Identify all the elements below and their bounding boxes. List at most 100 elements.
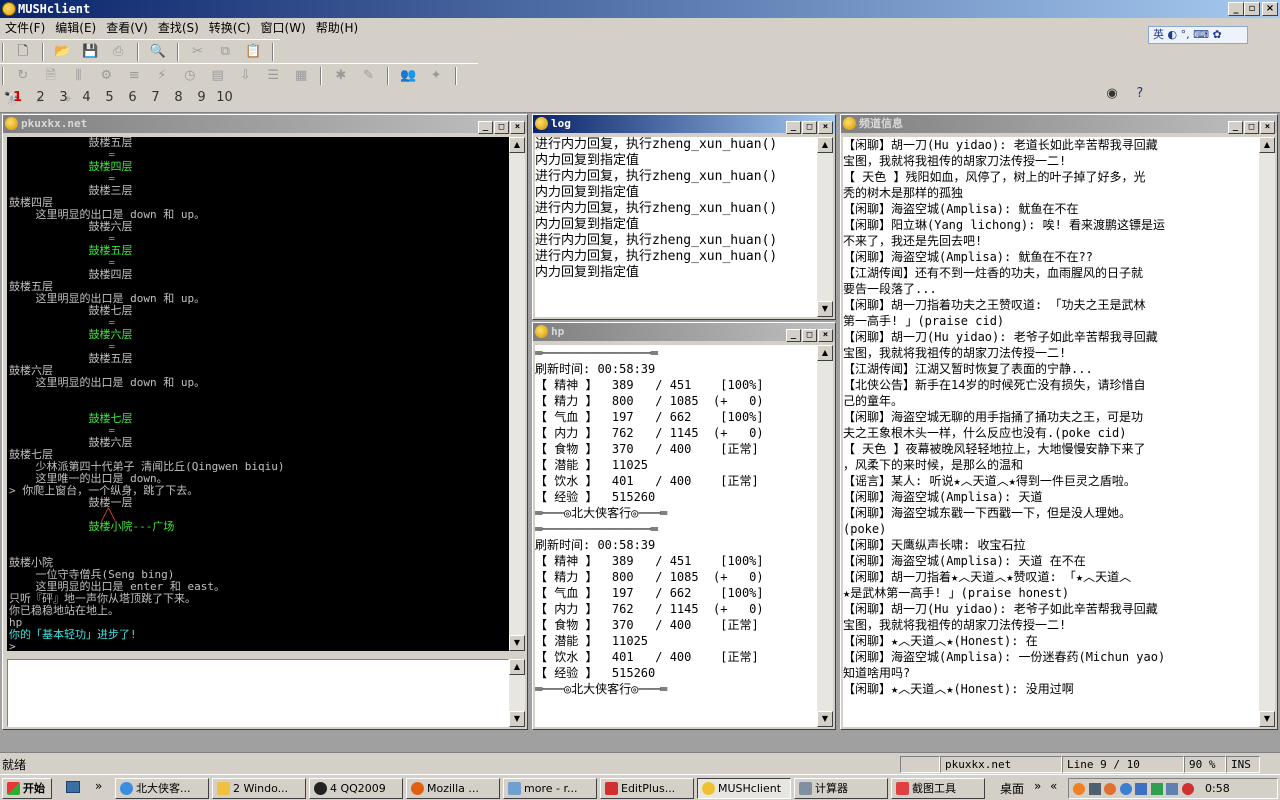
hp-pane-title-bar[interactable]: hp _ □ ×	[533, 323, 835, 342]
cut-icon[interactable]: ✂	[186, 41, 208, 63]
tray-mail-icon[interactable]	[1135, 783, 1147, 795]
grid-icon[interactable]: ▦	[290, 65, 312, 87]
menu-file[interactable]: 文件(F)	[0, 18, 50, 38]
tray-ie-icon[interactable]	[1119, 783, 1132, 795]
world-output[interactable]: 鼓楼五层 = 鼓楼四层 = 鼓楼三层 鼓楼四层 这里明显的出口是 down 和 u…	[7, 137, 509, 651]
world-output-scrollbar[interactable]: ▲ ▼	[509, 137, 525, 651]
print-icon[interactable]: ⎙	[107, 41, 129, 63]
paste-icon[interactable]: 📋	[242, 41, 264, 63]
macro-icon[interactable]: ⫼	[67, 65, 89, 87]
task-qq[interactable]: 4 QQ2009	[309, 778, 403, 799]
variables-icon[interactable]: ⇩	[234, 65, 256, 87]
ime-toolbar[interactable]: 英 ◐ °, ⌨ ✿	[1148, 26, 1248, 44]
menu-help[interactable]: 帮助(H)	[311, 18, 363, 38]
menu-view[interactable]: 查看(V)	[101, 18, 153, 38]
scroll-up-arrow-icon[interactable]: ▲	[509, 137, 525, 153]
world-tab-7[interactable]: 7	[144, 87, 167, 109]
task-calculator[interactable]: 计算器	[794, 778, 888, 799]
log-scroll-up-icon[interactable]: ▲	[817, 137, 833, 153]
log-pane-close-button[interactable]: ×	[818, 121, 833, 134]
preview-icon[interactable]: 🔍	[147, 41, 169, 63]
log-scrollbar[interactable]: ▲ ▼	[817, 137, 833, 317]
task-chrome[interactable]: 北大侠客...	[115, 778, 209, 799]
tray-network-icon[interactable]	[1088, 783, 1101, 795]
about-icon[interactable]: ?	[1129, 83, 1151, 105]
log-pane-title-bar[interactable]: log _ □ ×	[533, 115, 835, 134]
menu-convert[interactable]: 转换(C)	[204, 18, 256, 38]
hp-scroll-up-icon[interactable]: ▲	[817, 345, 833, 361]
triggers-icon[interactable]: ⚡	[151, 65, 173, 87]
log-text[interactable]: 进行内力回复，执行zheng_xun_huan() 内力回复到指定值 进行内力回复，…	[535, 137, 817, 317]
world-pane-close-button[interactable]: ×	[510, 121, 525, 134]
menu-find[interactable]: 查找(S)	[153, 18, 204, 38]
keypad-icon[interactable]: ▤	[207, 65, 229, 87]
show-desktop-icon[interactable]	[66, 781, 80, 793]
world-pane-title-bar[interactable]: pkuxkx.net _ □ ×	[3, 115, 527, 134]
activity-icon[interactable]: ✦	[425, 65, 447, 87]
log-icon[interactable]: 🗎	[40, 65, 62, 87]
task-snipping[interactable]: 截图工具	[891, 778, 985, 799]
hp-pane-maximize-button[interactable]: □	[802, 329, 817, 342]
scripts-icon[interactable]: ✎	[358, 65, 380, 87]
channel-pane-title-bar[interactable]: 频道信息 _ □ ×	[841, 115, 1277, 134]
world-tab-4[interactable]: 4	[75, 87, 98, 109]
channel-scrollbar[interactable]: ▲ ▼	[1259, 137, 1275, 727]
copy-icon[interactable]: ⧉	[214, 41, 236, 63]
open-folder-icon[interactable]: 📂	[51, 41, 73, 63]
desktop-toolbar-label[interactable]: 桌面	[1000, 780, 1024, 797]
world-tab-10[interactable]: 10	[213, 87, 236, 109]
world-tab-3[interactable]: 3	[52, 87, 75, 109]
hp-scrollbar[interactable]: ▲ ▼	[817, 345, 833, 727]
hp-text[interactable]: ═───────────────═ 刷新时间: 00:58:39 【 精神 】 38…	[535, 345, 817, 727]
new-icon[interactable]: 🗋	[12, 41, 34, 63]
task-mushclient[interactable]: MUSHclient	[697, 778, 791, 799]
maximize-button[interactable]: ▫	[1244, 2, 1260, 16]
command-input[interactable]	[7, 659, 509, 727]
hp-pane-close-button[interactable]: ×	[818, 329, 833, 342]
hp-pane-minimize-button[interactable]: _	[786, 329, 801, 342]
log-pane-minimize-button[interactable]: _	[786, 121, 801, 134]
world-pane-maximize-button[interactable]: □	[494, 121, 509, 134]
log-pane-maximize-button[interactable]: □	[802, 121, 817, 134]
menu-edit[interactable]: 编辑(E)	[50, 18, 101, 38]
mushclient-app-icon[interactable]	[2, 2, 16, 16]
clock[interactable]: 0:58	[1205, 782, 1230, 795]
users-icon[interactable]: 👥	[397, 65, 419, 87]
tray-monitor-icon[interactable]	[1166, 783, 1178, 795]
channel-pane-close-button[interactable]: ×	[1260, 121, 1275, 134]
world-tab-2[interactable]: 2	[29, 87, 52, 109]
scroll-down-arrow-icon[interactable]: ▼	[509, 635, 525, 651]
input-scroll-down-icon[interactable]: ▼	[509, 711, 525, 727]
command-input-scrollbar[interactable]: ▲ ▼	[509, 659, 525, 727]
world-globe-icon[interactable]: ◉	[1101, 83, 1123, 105]
world-tab-5[interactable]: 5	[98, 87, 121, 109]
quicklaunch-chevron[interactable]: »	[95, 779, 102, 793]
tray-security-icon[interactable]	[1150, 783, 1163, 795]
world-tab-6[interactable]: 6	[121, 87, 144, 109]
task-editplus[interactable]: EditPlus...	[600, 778, 694, 799]
aliases-icon[interactable]: ≡	[123, 65, 145, 87]
task-mozilla[interactable]: Mozilla ...	[406, 778, 500, 799]
tray-firefox-icon[interactable]	[1104, 783, 1116, 795]
timers-icon[interactable]: ◷	[179, 65, 201, 87]
menu-window[interactable]: 窗口(W)	[256, 18, 311, 38]
channel-pane-maximize-button[interactable]: □	[1244, 121, 1259, 134]
channel-text[interactable]: 【闲聊】胡一刀(Hu yidao): 老道长如此辛苦帮我寻回藏 宝图，我就将我祖传…	[843, 137, 1259, 727]
start-button[interactable]: 开始	[2, 778, 52, 799]
window-title-bar[interactable]: MUSHclient	[0, 0, 1280, 18]
world-tab-9[interactable]: 9	[190, 87, 213, 109]
channel-scroll-up-icon[interactable]: ▲	[1259, 137, 1275, 153]
task-explorer[interactable]: 2 Windo...	[212, 778, 306, 799]
channel-scroll-down-icon[interactable]: ▼	[1259, 711, 1275, 727]
channel-pane-minimize-button[interactable]: _	[1228, 121, 1243, 134]
plugins-icon[interactable]: ✱	[330, 65, 352, 87]
save-icon[interactable]: 💾	[79, 41, 101, 63]
tray-app-icon[interactable]	[1073, 783, 1085, 795]
connect-icon[interactable]: ↻	[12, 65, 34, 87]
task-more[interactable]: more - r...	[503, 778, 597, 799]
world-tab-1[interactable]: 1	[6, 87, 29, 109]
log-scroll-down-icon[interactable]: ▼	[817, 301, 833, 317]
world-config-icon[interactable]: ⚙	[95, 65, 117, 87]
tray-volume-icon[interactable]	[1181, 783, 1194, 795]
world-pane-minimize-button[interactable]: _	[478, 121, 493, 134]
